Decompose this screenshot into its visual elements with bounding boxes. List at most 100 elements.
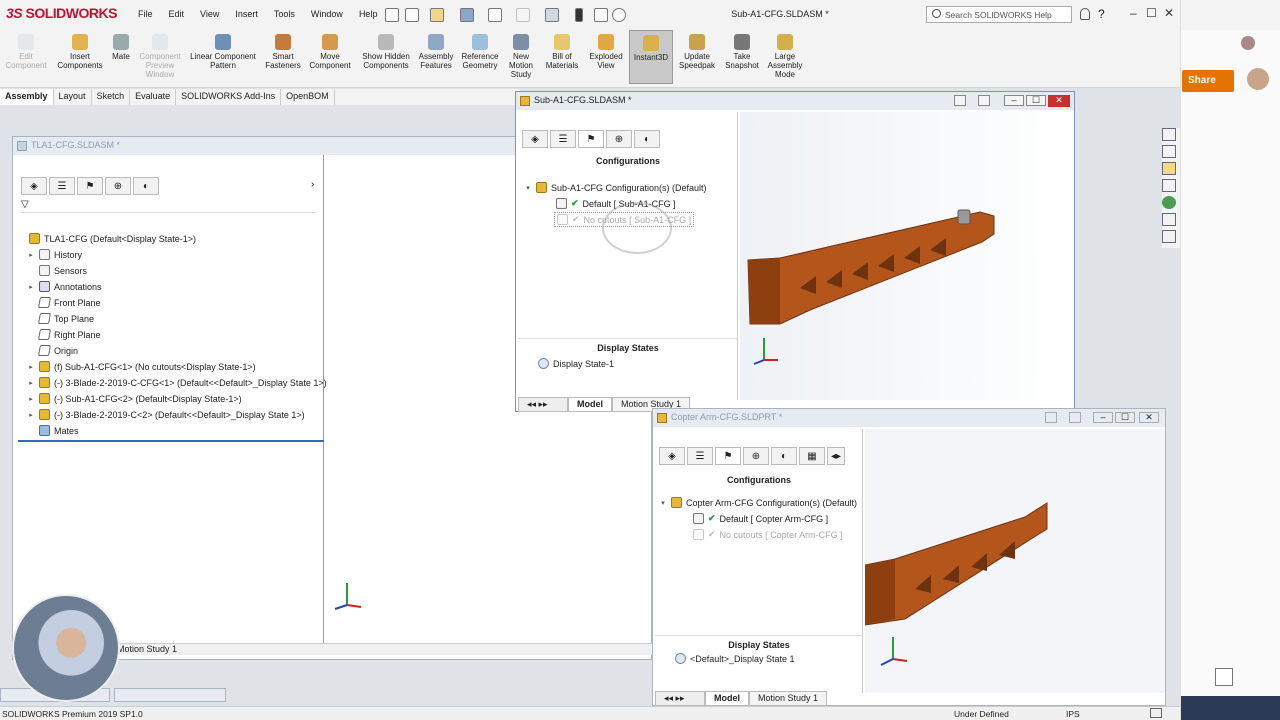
sub-a1-document-window[interactable]: Sub-A1-CFG.SLDASM * – ☐ ✕ ◈ ☰ ⚑ ⊕ ◐ Conf… [515,91,1075,412]
display-state-item[interactable]: Display State-1 [538,358,614,369]
feature-tree-item[interactable]: Origin [27,345,78,356]
new-motion-study-button[interactable]: New Motion Study [504,34,538,79]
user-icon[interactable] [1080,8,1090,20]
save-icon[interactable] [460,8,474,22]
filter-bar[interactable]: ▽ [21,199,317,213]
minimized-window[interactable] [114,688,226,702]
feature-tree-item[interactable]: Top Plane [27,313,94,324]
config-no-cutouts[interactable]: ✔ No cutouts [ Copter Arm-CFG ] [693,529,843,540]
menu-help[interactable]: Help [351,9,386,19]
minimize-button[interactable]: – [1130,6,1137,20]
feature-tree-tab-icon[interactable]: ◈ [522,130,548,148]
expand-chevron-icon[interactable]: ▸ [27,251,35,259]
assembly-features-button[interactable]: Assembly Features [414,34,458,70]
menu-file[interactable]: File [130,9,161,19]
display-state-item[interactable]: <Default>_Display State 1 [675,653,795,664]
feature-tree-item[interactable]: ▸ (-) 3-Blade-2-2019-C<2> (Default<<Defau… [27,409,305,420]
new-document-icon[interactable] [405,8,419,22]
panel-expand-chevron-icon[interactable]: › [311,179,314,190]
feature-tree-item[interactable]: ▸ (-) Sub-A1-CFG<2> (Default<Display Stat… [27,393,242,404]
custom-properties-icon[interactable] [1162,213,1176,226]
configuration-manager-tab-icon[interactable]: ⚑ [578,130,604,148]
maximize-button[interactable]: ☐ [1146,6,1157,20]
display-manager-tab-icon[interactable]: ◐ [133,177,159,195]
configuration-manager-tab-icon[interactable]: ⚑ [715,447,741,465]
config-default[interactable]: ✔ Default [ Copter Arm-CFG ] [693,513,828,524]
rebuild-icon[interactable] [575,8,583,22]
tab-layout[interactable]: Layout [54,89,92,105]
config-root[interactable]: ▾ Copter Arm-CFG Configuration(s) (Defau… [659,497,857,508]
sub-minimize-button[interactable]: – [1004,95,1024,106]
window-prev-icon[interactable] [1045,412,1057,423]
select-arrow-icon[interactable] [545,8,559,22]
tab-sketch[interactable]: Sketch [92,89,131,105]
tab-openbom[interactable]: OpenBOM [281,89,335,105]
reference-geometry-button[interactable]: Reference Geometry [458,34,502,70]
tab-scroll-arrows[interactable]: ◂◂ ▸▸ [518,397,568,412]
update-speedpak-button[interactable]: Update Speedpak [676,34,718,70]
tabs-overflow-icon[interactable]: ◂▸ [827,447,845,465]
dimxpert-tab-icon[interactable]: ⊕ [105,177,131,195]
edit-component-button[interactable]: Edit Component [4,34,48,70]
dimxpert-tab-icon[interactable]: ⊕ [606,130,632,148]
linear-pattern-button[interactable]: Linear Component Pattern [186,34,260,70]
menu-insert[interactable]: Insert [227,9,266,19]
tab-evaluate[interactable]: Evaluate [130,89,177,105]
feature-tree-item[interactable]: Mates [27,425,79,436]
file-properties-icon[interactable] [594,8,608,22]
tab-solidworks-addins[interactable]: SOLIDWORKS Add-Ins [176,89,282,105]
feature-tree-item[interactable]: Sensors [27,265,87,276]
print-icon[interactable] [488,8,502,22]
feature-tree-item[interactable]: Front Plane [27,297,101,308]
sub-close-button[interactable]: ✕ [1048,95,1070,107]
home-icon[interactable] [385,8,399,22]
feature-tree-tab-icon[interactable]: ◈ [21,177,47,195]
feature-tree-item[interactable]: ▸ Annotations [27,281,102,292]
expand-chevron-icon[interactable]: ▸ [27,363,35,371]
show-hidden-button[interactable]: Show Hidden Components [360,34,412,70]
unit-system[interactable]: IPS [1066,709,1080,719]
feature-tree-item[interactable]: ▸ History [27,249,82,260]
solidworks-logo[interactable]: 3S SOLIDWORKS [6,5,117,21]
dimxpert-tab-icon[interactable]: ⊕ [743,447,769,465]
tab-model[interactable]: Model [705,691,749,706]
collapse-icon[interactable]: ▾ [524,184,532,192]
tab-assembly[interactable]: Assembly [0,89,54,105]
appearances-icon[interactable] [1162,196,1176,209]
feature-tree-item[interactable]: ▸ (-) 3-Blade-2-2019-C-CFG<1> (Default<<D… [27,377,327,388]
property-manager-tab-icon[interactable]: ☰ [49,177,75,195]
menu-window[interactable]: Window [303,9,351,19]
window-prev-icon[interactable] [954,95,966,106]
close-button[interactable]: ✕ [1164,6,1174,20]
file-explorer-icon[interactable] [1162,162,1176,175]
sub-maximize-button[interactable]: ☐ [1026,95,1046,106]
copter-arm-document-window[interactable]: Copter Arm-CFG.SLDPRT * – ☐ ✕ ◈ ☰ ⚑ ⊕ ◐ … [652,408,1166,706]
menu-tools[interactable]: Tools [266,9,303,19]
view-palette-icon[interactable] [1162,179,1176,192]
bill-of-materials-button[interactable]: Bill of Materials [540,34,584,70]
property-manager-tab-icon[interactable]: ☰ [550,130,576,148]
share-button[interactable]: Share [1182,70,1234,92]
configuration-manager-tab-icon[interactable]: ⚑ [77,177,103,195]
arm-close-button[interactable]: ✕ [1139,412,1159,423]
motion-study-tab[interactable]: Motion Study 1 [117,644,177,654]
expand-chevron-icon[interactable]: ▸ [27,379,35,387]
feature-tree-item[interactable]: Right Plane [27,329,101,340]
component-preview-button[interactable]: Component Preview Window [136,34,184,79]
profile-avatar[interactable] [1247,68,1269,90]
customize-status-icon[interactable] [1150,708,1162,718]
open-folder-icon[interactable] [430,8,444,22]
avatar[interactable] [1241,36,1255,50]
instant3d-button[interactable]: Instant3D [629,30,673,84]
arm-minimize-button[interactable]: – [1093,412,1113,423]
window-next-icon[interactable] [978,95,990,106]
insert-components-button[interactable]: Insert Components [52,34,108,70]
window-next-icon[interactable] [1069,412,1081,423]
feature-tree-item[interactable]: TLA1-CFG (Default<Display State-1>) [17,233,196,244]
feature-tree-item[interactable]: ▸ (f) Sub-A1-CFG<1> (No cutouts<Display S… [27,361,256,372]
tab-motion-study[interactable]: Motion Study 1 [749,691,828,706]
undo-icon[interactable] [516,8,530,22]
rollback-bar[interactable] [18,440,324,442]
design-library-icon[interactable] [1162,145,1176,158]
large-assembly-mode-button[interactable]: Large Assembly Mode [764,34,806,79]
